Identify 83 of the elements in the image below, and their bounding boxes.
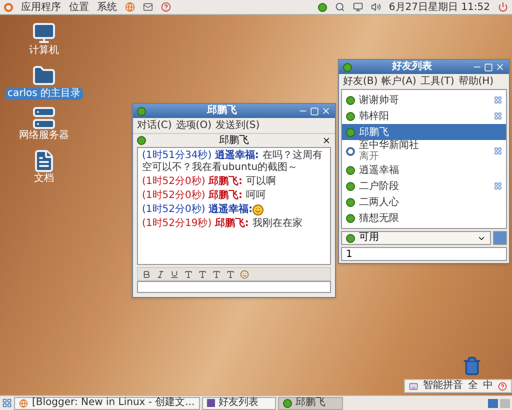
close-button[interactable]: [321, 106, 331, 116]
contact-status: 离开: [359, 151, 380, 162]
browser-icon: [19, 398, 28, 408]
format-icon[interactable]: [156, 270, 165, 278]
format-icon[interactable]: [198, 270, 207, 278]
menu-item[interactable]: 工具(T): [420, 76, 454, 86]
status-icon: [318, 2, 327, 12]
trash-icon[interactable]: [462, 355, 482, 377]
maximize-button[interactable]: [484, 62, 493, 72]
contact-row[interactable]: 至中华新闻社 离开: [342, 140, 506, 162]
chat-message: (1时52分0秒) 邱鹏飞: 呵呵: [142, 190, 266, 202]
format-icon[interactable]: [170, 270, 179, 278]
taskbar-button[interactable]: 好友列表: [202, 396, 276, 410]
window-title: 好友列表: [390, 62, 433, 72]
contact-name: 逍遥幸福: [359, 164, 400, 176]
contact-row[interactable]: 二户阶段: [342, 178, 506, 194]
away-icon: [346, 146, 355, 156]
format-icon[interactable]: [184, 270, 193, 278]
browser-icon[interactable]: [125, 2, 135, 12]
contact-row[interactable]: 韩梓阳: [342, 108, 506, 124]
status-message-input[interactable]: 1: [341, 247, 507, 261]
window-title: 邱鹏飞: [206, 106, 238, 116]
close-tab-button[interactable]: [322, 136, 331, 145]
help-icon[interactable]: [161, 2, 171, 12]
panel-menu[interactable]: 应用程序: [21, 0, 61, 14]
app-icon: [137, 106, 146, 116]
message-input[interactable]: [137, 281, 331, 293]
contact-name: 邱鹏飞: [359, 126, 390, 138]
status-select[interactable]: 可用: [341, 231, 491, 245]
desktop-icon-label[interactable]: carlos 的主目录: [5, 88, 83, 100]
contact-row[interactable]: 逍遥幸福: [342, 162, 506, 178]
panel-menu[interactable]: 位置: [69, 0, 89, 14]
ime-option[interactable]: 智能拼音: [423, 381, 463, 391]
chat-message: (1时52分0秒) 逍遥幸福:: [142, 204, 252, 216]
close-button[interactable]: [495, 62, 505, 72]
contact-row[interactable]: 邱鹏飞: [342, 124, 506, 140]
menu-item[interactable]: 选项(O): [176, 120, 212, 130]
logo-icon[interactable]: [4, 2, 13, 12]
contact-row[interactable]: 猜想无限: [342, 210, 506, 226]
taskbar-button[interactable]: [Blogger: New in Linux - 创建文...: [14, 396, 200, 410]
help-icon[interactable]: [498, 382, 507, 390]
desktop-icon-label[interactable]: 网络服务器: [17, 130, 71, 142]
desktop-icon[interactable]: [32, 64, 56, 88]
keyboard-icon[interactable]: [409, 382, 418, 390]
chat-message: (1时51分34秒) 逍遥幸福: 在吗？这周有空可以不？我在看ubuntu的截图～: [142, 150, 324, 174]
ime-option[interactable]: 中: [483, 381, 493, 391]
contact-row[interactable]: 谢谢帅哥: [342, 92, 506, 108]
contact-row[interactable]: 二两人心: [342, 194, 506, 210]
power-icon[interactable]: [498, 2, 508, 12]
menu-item[interactable]: 帮助(H): [458, 76, 494, 86]
menu-item[interactable]: 发送到(S): [215, 120, 260, 130]
volume-icon[interactable]: [370, 2, 381, 12]
contact-name: 猜想无限: [359, 212, 400, 224]
format-icon[interactable]: [226, 270, 235, 278]
chat-message: (1时52分19秒) 邱鹏飞: 我刚在在家: [142, 218, 302, 230]
panel-menu[interactable]: 系统: [97, 0, 117, 14]
maximize-button[interactable]: [310, 106, 319, 116]
search-icon[interactable]: [334, 2, 345, 12]
desktop-icon[interactable]: [32, 21, 56, 45]
taskbar-button[interactable]: 邱鹏飞: [278, 396, 343, 410]
format-icon[interactable]: [212, 270, 221, 278]
app-icon: [343, 62, 352, 72]
chat-header-name: 邱鹏飞: [218, 136, 250, 146]
format-icon[interactable]: [142, 270, 151, 278]
desktop-icon-label[interactable]: 计算机: [27, 45, 61, 58]
menu-item[interactable]: 好友(B): [343, 76, 378, 86]
menu-item[interactable]: 帐户(A): [382, 76, 416, 86]
clock[interactable]: 6月27日星期日 11:52: [388, 0, 490, 14]
contact-name: 谢谢帅哥: [359, 94, 400, 106]
contact-name: 二户阶段: [359, 180, 400, 192]
ime-option[interactable]: 全: [468, 381, 478, 391]
mail-icon[interactable]: [143, 2, 153, 12]
emoticon-icon: [252, 204, 264, 216]
smiley-icon[interactable]: [240, 270, 249, 278]
desktop-icon[interactable]: [32, 106, 56, 130]
contact-name: 至中华新闻社: [359, 140, 420, 151]
contact-name: 韩梓阳: [359, 110, 390, 122]
show-desktop-icon[interactable]: [2, 398, 12, 408]
desktop-icon[interactable]: [32, 148, 56, 172]
chat-message: (1时52分0秒) 邱鹏飞: 可以啊: [142, 176, 276, 188]
contact-name: 二两人心: [359, 196, 400, 208]
desktop-icon-label[interactable]: 文档: [32, 172, 56, 185]
menu-item[interactable]: 对话(C): [137, 120, 172, 130]
